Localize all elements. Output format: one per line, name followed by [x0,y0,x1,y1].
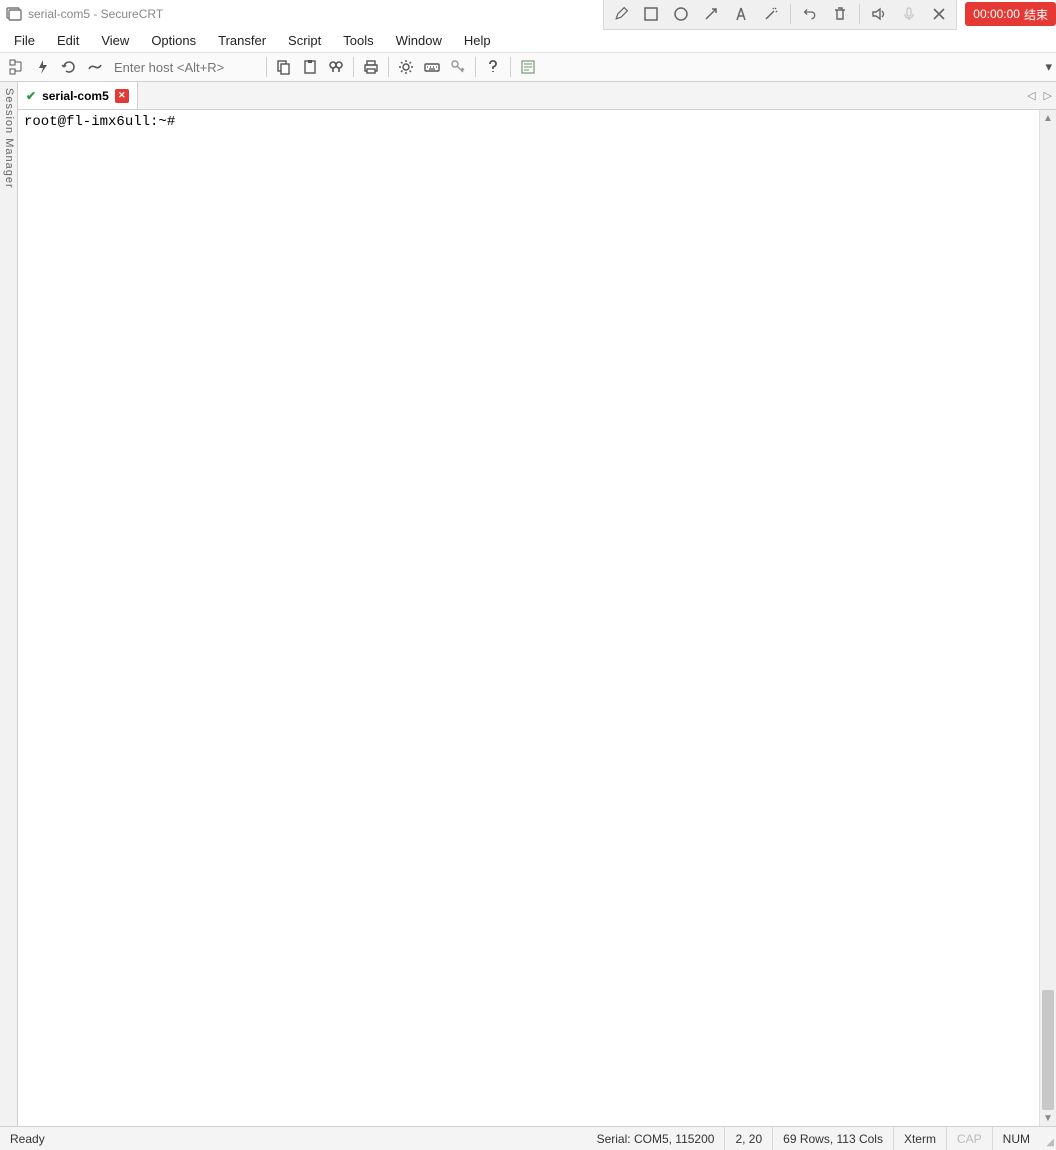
disconnect-icon[interactable] [84,56,106,78]
scroll-down-icon[interactable]: ▼ [1040,1110,1056,1126]
host-input[interactable] [110,58,260,77]
menu-options[interactable]: Options [141,30,206,51]
annotation-toolbar [603,0,957,30]
recorder-label: 结束 [1024,6,1048,23]
print-icon[interactable] [360,56,382,78]
quick-connect-icon[interactable] [32,56,54,78]
app-icon [6,6,22,22]
tab-serial-com5[interactable]: ✔ serial-com5 ✕ [18,82,138,109]
menubar: File Edit View Options Transfer Script T… [0,28,1056,52]
status-cursor: 2, 20 [725,1127,773,1150]
menu-file[interactable]: File [4,30,45,51]
status-cap: CAP [947,1127,993,1150]
status-check-icon: ✔ [26,89,36,103]
help-icon[interactable] [482,56,504,78]
tab-label: serial-com5 [42,89,109,103]
scroll-up-icon[interactable]: ▲ [1040,110,1056,126]
toolbar: ▾ [0,52,1056,82]
menu-view[interactable]: View [91,30,139,51]
sound-icon[interactable] [868,3,890,25]
scroll-track[interactable] [1040,126,1056,1110]
tab-nav-arrows: ◁ ▷ [1027,82,1052,109]
text-icon[interactable] [730,3,752,25]
separator [266,57,267,77]
statusbar: Ready Serial: COM5, 115200 2, 20 69 Rows… [0,1126,1056,1150]
circle-icon[interactable] [670,3,692,25]
window-title: serial-com5 - SecureCRT [28,7,163,21]
status-emulation: Xterm [894,1127,947,1150]
copy-icon[interactable] [273,56,295,78]
find-icon[interactable] [325,56,347,78]
terminal-wrap: root@fl-imx6ull:~# ▲ ▼ [18,110,1056,1126]
square-icon[interactable] [640,3,662,25]
trash-icon[interactable] [829,3,851,25]
separator [353,57,354,77]
content-column: ✔ serial-com5 ✕ ◁ ▷ root@fl-imx6ull:~# ▲… [18,82,1056,1126]
separator [475,57,476,77]
separator [859,4,860,24]
menu-help[interactable]: Help [454,30,501,51]
status-connection: Serial: COM5, 115200 [587,1127,726,1150]
sessions-icon[interactable] [6,56,28,78]
recorder-badge[interactable]: 00:00:00 结束 [965,2,1056,26]
mic-icon[interactable] [898,3,920,25]
menu-transfer[interactable]: Transfer [208,30,276,51]
overlay-tool-area: 00:00:00 结束 [603,0,1056,28]
terminal[interactable]: root@fl-imx6ull:~# [18,110,1039,1126]
recorder-time: 00:00:00 [973,7,1020,21]
tabbar: ✔ serial-com5 ✕ ◁ ▷ [18,82,1056,110]
menu-script[interactable]: Script [278,30,331,51]
paste-icon[interactable] [299,56,321,78]
tab-prev-icon[interactable]: ◁ [1027,89,1035,102]
reconnect-icon[interactable] [58,56,80,78]
session-manager-tab[interactable]: Session Manager [0,82,18,1126]
settings-icon[interactable] [395,56,417,78]
tab-next-icon[interactable]: ▷ [1044,89,1052,102]
titlebar: serial-com5 - SecureCRT 00:00:00 结束 [0,0,1056,28]
arrow-icon[interactable] [700,3,722,25]
separator [790,4,791,24]
pen-icon[interactable] [610,3,632,25]
toolbar-dropdown-icon[interactable]: ▾ [1045,59,1052,75]
scroll-thumb[interactable] [1042,990,1054,1110]
separator [388,57,389,77]
separator [510,57,511,77]
log-icon[interactable] [517,56,539,78]
keyboard-icon[interactable] [421,56,443,78]
status-num: NUM [993,1127,1040,1150]
menu-tools[interactable]: Tools [333,30,383,51]
menu-edit[interactable]: Edit [47,30,89,51]
key-icon[interactable] [447,56,469,78]
tab-close-icon[interactable]: ✕ [115,89,129,103]
wand-icon[interactable] [760,3,782,25]
undo-icon[interactable] [799,3,821,25]
resize-grip-icon[interactable]: ◢ [1040,1127,1056,1150]
status-ready: Ready [0,1127,55,1150]
main-area: Session Manager ✔ serial-com5 ✕ ◁ ▷ root… [0,82,1056,1126]
menu-window[interactable]: Window [386,30,452,51]
vertical-scrollbar[interactable]: ▲ ▼ [1039,110,1056,1126]
close-icon[interactable] [928,3,950,25]
status-size: 69 Rows, 113 Cols [773,1127,894,1150]
